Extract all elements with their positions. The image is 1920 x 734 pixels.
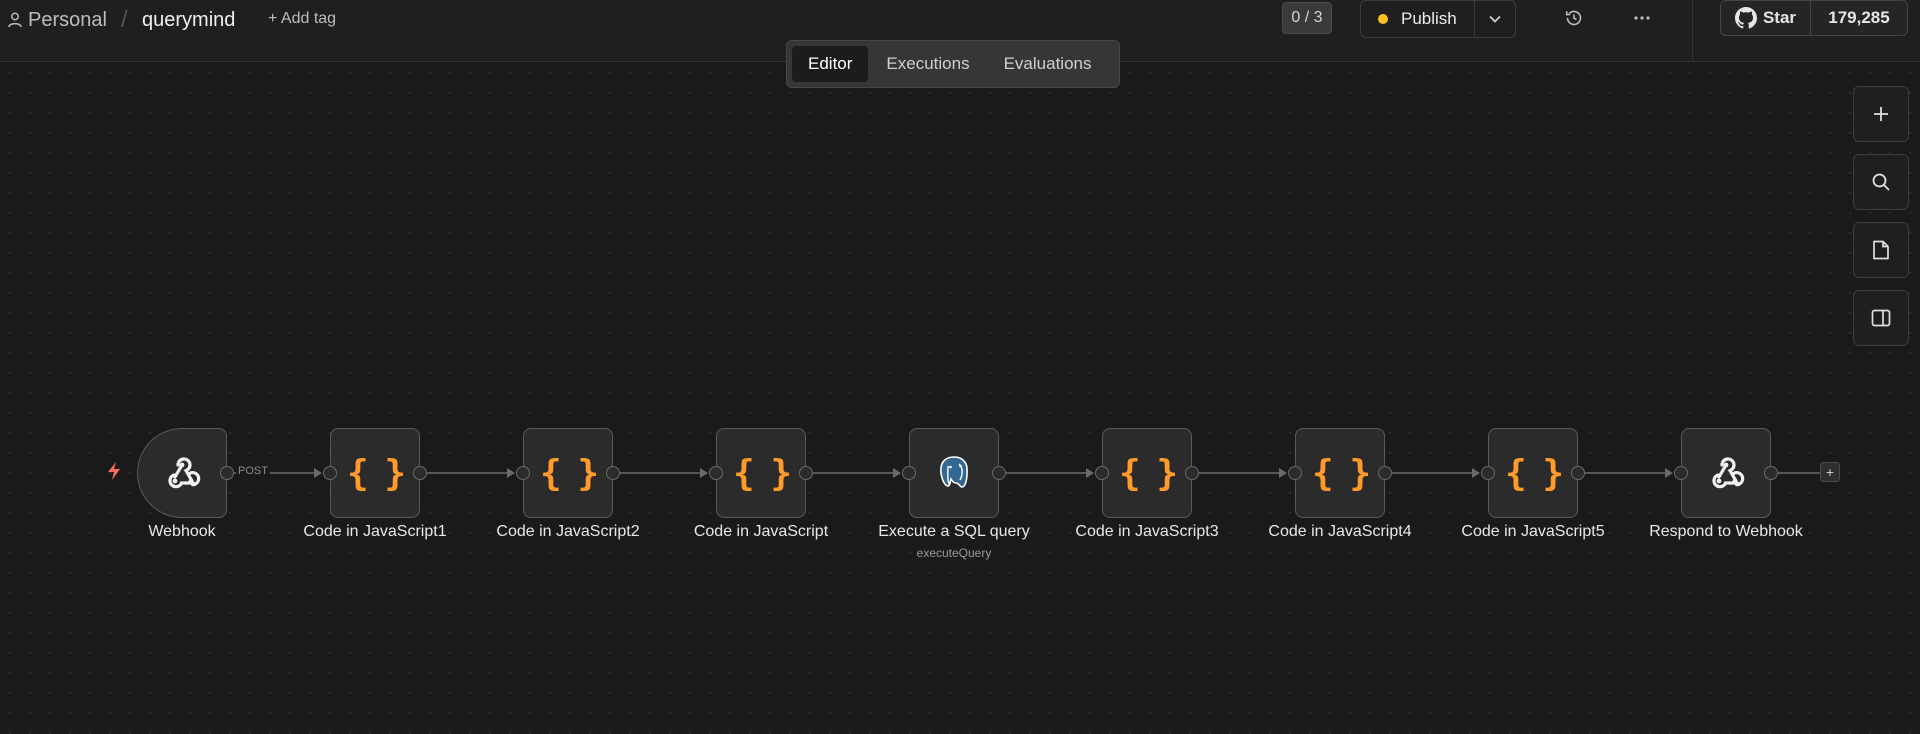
output-port[interactable]	[606, 466, 620, 480]
user-icon	[8, 12, 22, 28]
zoom-in-icon	[1874, 107, 1888, 121]
code-icon: { }	[1311, 452, 1371, 494]
publish-dropdown-button[interactable]	[1475, 1, 1515, 37]
topbar-divider	[1692, 0, 1693, 62]
tab-editor[interactable]: Editor	[792, 46, 869, 82]
node-code-in-javascript2[interactable]: { }	[523, 428, 613, 518]
node-code-in-javascript5[interactable]: { }	[1488, 428, 1578, 518]
input-port[interactable]	[902, 466, 916, 480]
node-execute-a-sql-query[interactable]	[909, 428, 999, 518]
zoom-to-fit-icon	[1872, 173, 1890, 191]
node-respond-to-webhook[interactable]	[1681, 428, 1771, 518]
output-port[interactable]	[1571, 466, 1585, 480]
publish-button[interactable]: Publish	[1361, 1, 1475, 37]
sticky-note-button[interactable]	[1853, 222, 1909, 278]
publish-button-group: Publish	[1360, 0, 1516, 38]
output-port[interactable]	[1378, 466, 1392, 480]
breadcrumb-project[interactable]: Personal	[8, 8, 107, 32]
code-icon: { }	[1118, 452, 1178, 494]
code-icon: { }	[1504, 452, 1564, 494]
history-button[interactable]	[1563, 7, 1587, 31]
output-port[interactable]	[992, 466, 1006, 480]
chevron-down-icon	[1489, 15, 1501, 23]
ellipsis-icon	[1634, 16, 1650, 20]
input-port[interactable]	[1288, 466, 1302, 480]
add-node-button[interactable]: +	[1820, 462, 1840, 482]
webhook-icon	[162, 453, 202, 493]
node-webhook[interactable]	[137, 428, 227, 518]
history-icon	[1565, 10, 1582, 26]
output-port[interactable]	[413, 466, 427, 480]
breadcrumb-project-label: Personal	[28, 8, 107, 31]
zoom-in-button[interactable]	[1853, 86, 1909, 142]
tab-executions[interactable]: Executions	[870, 46, 985, 82]
toggle-panel-icon	[1871, 309, 1891, 327]
code-icon: { }	[539, 452, 599, 494]
output-port[interactable]	[1185, 466, 1199, 480]
github-star-label: Star	[1762, 8, 1797, 27]
output-port[interactable]	[799, 466, 813, 480]
add-tag-button[interactable]: + Add tag	[268, 10, 336, 28]
input-port[interactable]	[709, 466, 723, 480]
input-port[interactable]	[516, 466, 530, 480]
input-port[interactable]	[1674, 466, 1688, 480]
postgres-icon	[934, 453, 974, 493]
github-star-widget: Star 179,285	[1720, 0, 1908, 36]
node-code-in-javascript1[interactable]: { }	[330, 428, 420, 518]
version-counter[interactable]: 0 / 3	[1282, 2, 1332, 34]
input-port[interactable]	[1481, 466, 1495, 480]
input-port[interactable]	[323, 466, 337, 480]
node-code-in-javascript4[interactable]: { }	[1295, 428, 1385, 518]
code-icon: { }	[346, 452, 406, 494]
node-code-in-javascript[interactable]: { }	[716, 428, 806, 518]
status-dot-icon	[1378, 14, 1388, 24]
github-star-count[interactable]: 179,285	[1811, 1, 1907, 35]
code-icon: { }	[732, 452, 792, 494]
tab-evaluations[interactable]: Evaluations	[988, 46, 1108, 82]
github-star-button[interactable]: Star	[1721, 1, 1811, 35]
output-port[interactable]	[220, 466, 234, 480]
workflow-canvas[interactable]	[0, 63, 1920, 734]
workflow-name[interactable]: querymind	[142, 8, 235, 32]
node-code-in-javascript3[interactable]: { }	[1102, 428, 1192, 518]
publish-label: Publish	[1401, 9, 1457, 28]
zoom-to-fit-button[interactable]	[1853, 154, 1909, 210]
toggle-panel-button[interactable]	[1853, 290, 1909, 346]
webhook-icon	[1706, 453, 1746, 493]
breadcrumb-separator: /	[121, 6, 128, 33]
github-icon	[1734, 7, 1757, 29]
view-tabs: Editor Executions Evaluations	[786, 40, 1120, 88]
input-port[interactable]	[1095, 466, 1109, 480]
more-options-button[interactable]	[1631, 7, 1655, 31]
sticky-note-icon	[1873, 240, 1889, 260]
output-port[interactable]	[1764, 466, 1778, 480]
